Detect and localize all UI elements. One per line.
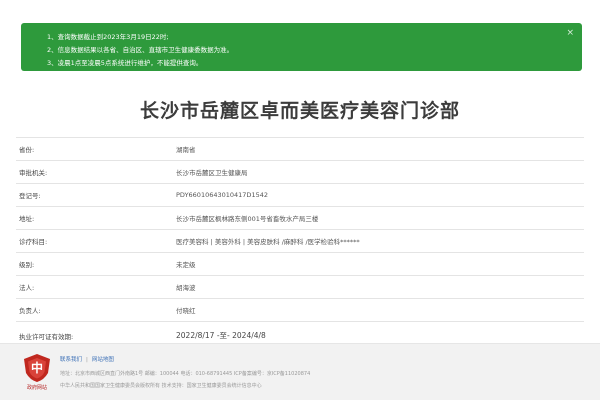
- table-row: 省份: 湖南省: [16, 138, 584, 161]
- table-row: 法人: 胡海波: [16, 276, 584, 299]
- registration-number-value: PDY66010643010417D1542: [176, 191, 268, 199]
- emblem-caption: 政府网站: [26, 385, 47, 391]
- link-separator: |: [86, 357, 88, 363]
- notice-line-1: 1、查询数据截止到2023年3月19日22时;: [47, 33, 169, 41]
- government-emblem-icon: 中: [24, 354, 50, 382]
- level-label: 级别:: [19, 261, 35, 269]
- notice-line-3: 3、凌晨1点至凌晨5点系统进行维护，不能提供查询。: [47, 59, 203, 67]
- registration-number-label: 登记号:: [19, 192, 41, 200]
- legal-person-label: 法人:: [19, 284, 35, 292]
- table-row: 地址: 长沙市岳麓区枫林路东侧001号省畜牧水产局三楼: [16, 207, 584, 230]
- person-in-charge-value: 付晓红: [176, 307, 196, 315]
- address-value: 长沙市岳麓区枫林路东侧001号省畜牧水产局三楼: [176, 215, 319, 223]
- notice-line-2: 2、信息数据结果以各省、自治区、直辖市卫生健康委数据为准。: [47, 46, 234, 54]
- footer-copyright: 中华人民共和国国家卫生健康委员会版权所有 技术支持：国家卫生健康委员会统计信息中…: [60, 383, 262, 389]
- person-in-charge-label: 负责人:: [19, 307, 41, 315]
- departments-label: 诊疗科目:: [19, 238, 48, 246]
- license-validity-value: 2022/8/17 -至- 2024/4/8: [176, 331, 266, 340]
- province-label: 省份:: [19, 146, 35, 154]
- footer-links: 联系我们 | 网站地图: [60, 355, 114, 363]
- page-title: 长沙市岳麓区卓而美医疗美容门诊部: [139, 100, 460, 122]
- approval-authority-value: 长沙市岳麓区卫生健康局: [176, 169, 248, 177]
- close-icon[interactable]: ×: [566, 29, 574, 38]
- notice-banner: 1、查询数据截止到2023年3月19日22时; 2、信息数据结果以各省、自治区、…: [21, 23, 582, 71]
- table-row: 审批机关: 长沙市岳麓区卫生健康局: [16, 161, 584, 184]
- svg-text:中: 中: [31, 360, 43, 375]
- info-table: 省份: 湖南省 审批机关: 长沙市岳麓区卫生健康局 登记号: PDY660106…: [16, 137, 584, 350]
- sitemap-link[interactable]: 网站地图: [92, 357, 114, 363]
- table-row: 登记号: PDY66010643010417D1542: [16, 184, 584, 207]
- table-row: 级别: 未定级: [16, 253, 584, 276]
- approval-authority-label: 审批机关:: [19, 169, 48, 177]
- footer: 中 政府网站 联系我们 | 网站地图 地址：北京市西城区西直门外南路1号 邮编：10…: [0, 343, 600, 400]
- table-row: 诊疗科目: 医疗美容科 | 美容外科 | 美容皮肤科 /麻醉科 /医学检验科**…: [16, 230, 584, 253]
- level-value: 未定级: [176, 261, 196, 269]
- address-label: 地址:: [19, 215, 35, 223]
- footer-address: 地址：北京市西城区西直门外南路1号 邮编：100044 电话：010-68791…: [60, 371, 311, 377]
- contact-us-link[interactable]: 联系我们: [60, 357, 82, 363]
- province-value: 湖南省: [176, 146, 196, 154]
- license-validity-label: 执业许可证有效期:: [19, 332, 74, 341]
- table-row: 负责人: 付晓红: [16, 299, 584, 322]
- departments-value: 医疗美容科 | 美容外科 | 美容皮肤科 /麻醉科 /医学检验科******: [176, 238, 360, 246]
- legal-person-value: 胡海波: [176, 284, 196, 292]
